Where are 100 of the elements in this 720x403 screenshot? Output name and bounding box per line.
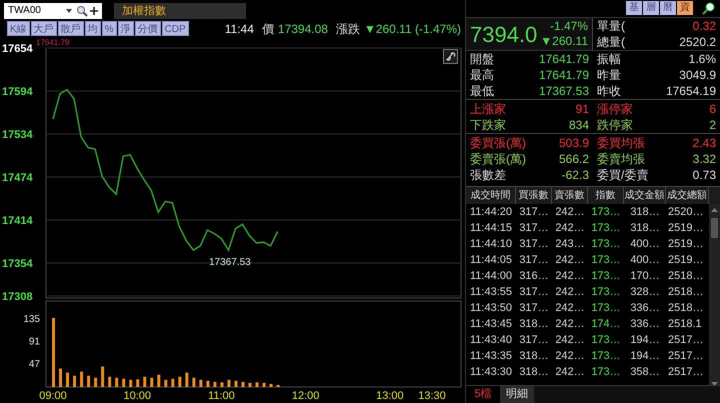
volume-bar — [52, 318, 55, 387]
table-cell-text: 242… — [554, 365, 586, 380]
volume-bar — [242, 382, 244, 387]
axis-label: 17534 — [2, 129, 33, 141]
stat-label: 漲停家 — [597, 101, 633, 117]
volume-bar — [66, 372, 70, 387]
toolbar-button[interactable]: K線 — [7, 21, 30, 36]
unit-volume-label: 單量( — [597, 18, 625, 34]
volume-bar — [73, 376, 76, 387]
time-label: 13:30 — [418, 390, 446, 402]
stat-value: 834 — [568, 117, 589, 133]
toolbar-button[interactable]: CDP — [162, 21, 189, 36]
volume-bar — [185, 372, 188, 387]
toolbar-button[interactable]: 分價 — [134, 21, 161, 36]
panel-tab[interactable]: 資 — [677, 1, 693, 15]
scrollbar[interactable] — [709, 204, 720, 386]
dropdown-caret-icon[interactable] — [66, 8, 72, 12]
volume-bar — [178, 376, 182, 387]
toolbar-button[interactable]: 散戶 — [58, 21, 84, 36]
table-cell-text: 11:43:45 — [469, 317, 514, 332]
stat-label: 委買/委賣 — [597, 167, 648, 183]
axis-label: 17414 — [2, 215, 33, 228]
toolbar-button[interactable]: 均 — [84, 21, 101, 36]
axis-label: 91 — [28, 336, 40, 348]
table-cell-text: 11:43:50 — [469, 301, 514, 316]
table-cell-text: 173… — [590, 333, 622, 348]
table-cell-text: 2520… — [667, 205, 704, 220]
stat-label: 上漲家 — [470, 101, 506, 117]
volume-bar — [136, 379, 140, 387]
column-header[interactable]: 指數 — [588, 187, 624, 204]
volume-bar — [213, 382, 216, 387]
column-header[interactable]: 成交總額 — [666, 187, 709, 204]
volume-bar — [270, 384, 273, 387]
stat-value: 3049.9 — [679, 67, 716, 83]
table-cell-text: 318… — [629, 221, 661, 236]
table-cell-text: 173… — [590, 365, 622, 380]
change-text: ▼260.11 (-1.47%) — [364, 20, 461, 38]
table-cell-text: 173… — [590, 285, 622, 300]
table-cell-text: 318… — [518, 365, 550, 380]
column-header[interactable]: 賣張數 — [552, 187, 588, 204]
column-header[interactable]: 買張數 — [516, 187, 552, 204]
panel-tab[interactable]: 層 — [643, 1, 659, 15]
volume-bar — [129, 380, 132, 387]
table-cell-text: 173… — [590, 205, 622, 220]
stat-label: 最低 — [470, 83, 494, 99]
table-cell-text: 242… — [554, 253, 586, 268]
table-cell-text: 2517… — [667, 333, 704, 348]
volume-bar — [248, 382, 252, 387]
table-cell-text: 194… — [629, 349, 661, 364]
volume-bar — [276, 384, 280, 387]
change-value: ▼260.11 — [540, 34, 588, 49]
column-header[interactable]: 成交時間 — [466, 187, 516, 204]
plus-icon[interactable] — [90, 6, 98, 14]
table-cell-text: 242… — [554, 285, 586, 300]
high-label: 17641.79 — [36, 38, 70, 47]
column-header[interactable]: 成交金額 — [624, 187, 666, 204]
table-cell-text: 242… — [554, 333, 586, 348]
table-cell-text: 174… — [590, 317, 622, 332]
bottom-tab[interactable]: 5檔 — [466, 386, 500, 403]
table-cell-text: 318… — [518, 349, 550, 364]
stat-value: 2.43 — [692, 135, 716, 151]
volume-bar — [171, 378, 174, 387]
table-cell-text: 317… — [518, 237, 550, 252]
stat-label: 振幅 — [597, 51, 621, 67]
table-cell-text: 173… — [590, 237, 622, 252]
stat-value: 3.32 — [692, 151, 716, 167]
stat-value: 503.9 — [558, 135, 589, 151]
link-icon[interactable] — [443, 49, 458, 64]
table-cell-text: 2518… — [667, 269, 704, 284]
time-label: 12:00 — [292, 390, 320, 402]
table-cell-text: 317… — [518, 285, 550, 300]
panel-tab[interactable]: 基 — [626, 1, 642, 15]
magnifier-icon[interactable] — [702, 1, 716, 15]
stat-label: 昨收 — [597, 83, 621, 99]
search-icon[interactable] — [76, 4, 88, 16]
stat-value: 17654.19 — [666, 83, 716, 99]
axis-label: 47 — [28, 358, 40, 370]
toolbar-button[interactable]: 淨 — [118, 21, 134, 36]
table-cell-text: 11:44:10 — [469, 237, 514, 252]
volume-bar — [108, 376, 112, 387]
time-text: 11:44 — [224, 20, 254, 38]
table-cell-text: 2519… — [667, 253, 704, 268]
volume-bar — [150, 378, 154, 387]
table-cell-text: 11:43:40 — [469, 333, 514, 348]
toolbar-button[interactable]: 大戶 — [30, 21, 57, 36]
panel-tab[interactable]: 曆 — [660, 1, 676, 15]
low-label: 17367.53 — [209, 257, 251, 268]
toolbar-button[interactable]: % — [102, 21, 117, 36]
price-label: 價 — [262, 20, 274, 38]
table-cell-text: 336… — [629, 301, 661, 316]
volume-bar — [87, 376, 90, 387]
table-cell-text: 173… — [590, 349, 622, 364]
table-cell-text: 173… — [590, 301, 622, 316]
bottom-tab[interactable]: 明細 — [500, 386, 534, 403]
symbol-field[interactable]: TWA00 — [4, 2, 102, 18]
stat-value: 17367.53 — [538, 83, 589, 99]
unit-volume: 0.32 — [692, 18, 716, 34]
stat-label: 委賣均張 — [597, 151, 645, 167]
volume-bar — [122, 378, 126, 387]
volume-bar — [262, 382, 266, 387]
